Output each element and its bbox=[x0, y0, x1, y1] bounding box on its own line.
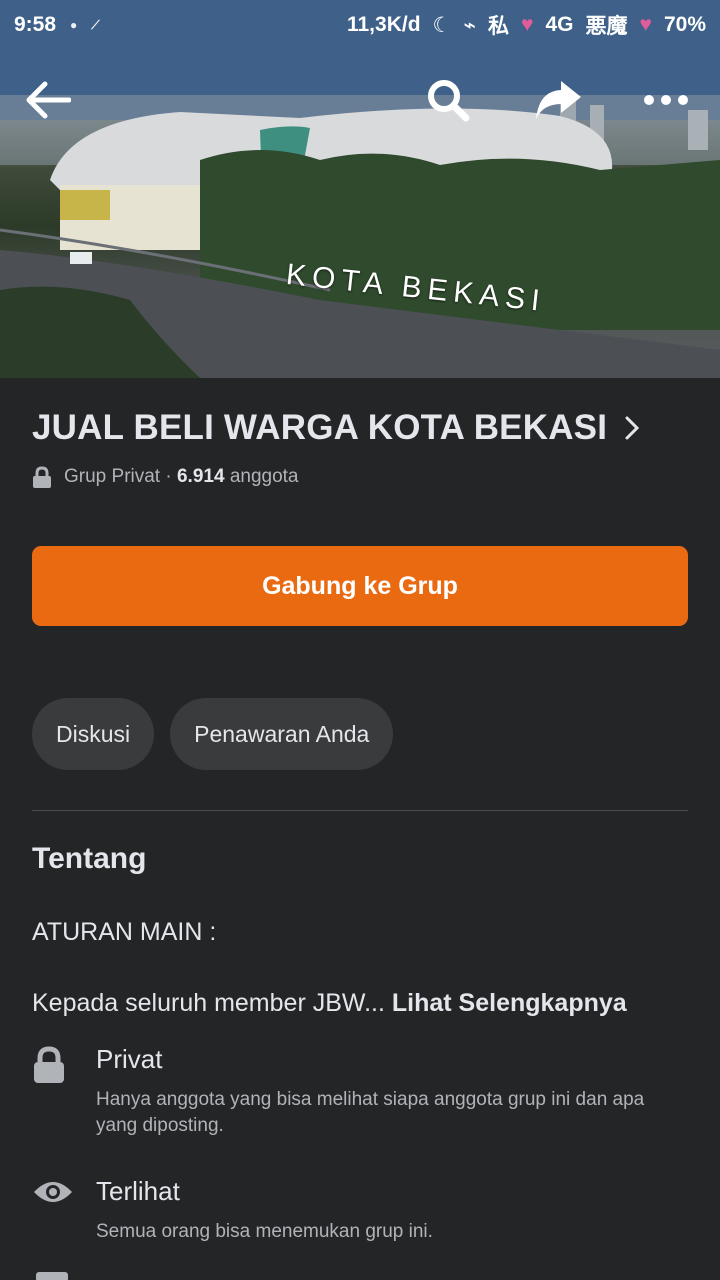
member-label: anggota bbox=[229, 466, 299, 487]
moon-icon: ☾ bbox=[432, 13, 452, 37]
lock-icon bbox=[33, 466, 51, 488]
privacy-info-row: Privat Hanya anggota yang bisa melihat s… bbox=[32, 1044, 688, 1139]
notification-dot-icon: ● bbox=[70, 18, 78, 32]
carrier-right-label: 悪魔 bbox=[585, 15, 628, 38]
more-options-button[interactable] bbox=[636, 70, 696, 130]
visibility-info-row: Terlihat Semua orang bisa menemukan grup… bbox=[32, 1176, 688, 1245]
search-icon bbox=[428, 80, 470, 122]
privacy-label: Grup Privat · bbox=[64, 466, 172, 487]
description-preview: Kepada seluruh member JBW... bbox=[32, 989, 392, 1017]
visibility-title: Terlihat bbox=[96, 1176, 180, 1206]
group-title: JUAL BELI WARGA KOTA BEKASI bbox=[32, 408, 608, 447]
top-navigation bbox=[0, 70, 720, 130]
group-title-link[interactable]: JUAL BELI WARGA KOTA BEKASI bbox=[32, 408, 688, 448]
signal-icon: ⌁ bbox=[463, 13, 477, 37]
group-tabs: Diskusi Penawaran Anda bbox=[32, 698, 394, 770]
heart-icon: ♥ bbox=[521, 13, 534, 36]
search-button[interactable] bbox=[418, 70, 478, 130]
partial-next-icon bbox=[36, 1272, 68, 1280]
join-group-button[interactable]: Gabung ke Grup bbox=[32, 546, 688, 626]
back-arrow-icon bbox=[26, 81, 71, 119]
see-more-link[interactable]: Lihat Selengkapnya bbox=[392, 989, 627, 1017]
status-bar: 9:58 ● ⟋ 11,3K/d ☾ ⌁ 私 ♥ 4G 悪魔 ♥ 70% bbox=[0, 0, 720, 50]
network-speed: 11,3K/d bbox=[346, 13, 421, 36]
back-button[interactable] bbox=[18, 70, 78, 130]
stadium-image bbox=[0, 0, 720, 378]
section-divider bbox=[32, 810, 688, 811]
share-button[interactable] bbox=[528, 70, 588, 130]
battery-level: 70% bbox=[663, 13, 706, 36]
status-time: 9:58 bbox=[14, 13, 57, 36]
eye-icon bbox=[34, 1182, 72, 1202]
privacy-title: Privat bbox=[96, 1044, 163, 1074]
about-section: Tentang ATURAN MAIN : Kepada seluruh mem… bbox=[32, 842, 688, 1018]
network-type: 4G bbox=[545, 13, 574, 36]
share-icon bbox=[536, 81, 581, 119]
tab-penawaran-anda[interactable]: Penawaran Anda bbox=[170, 698, 394, 770]
group-meta: Grup Privat · 6.914 anggota bbox=[32, 466, 688, 488]
member-count: 6.914 bbox=[176, 466, 225, 487]
group-header: JUAL BELI WARGA KOTA BEKASI Grup Privat … bbox=[32, 408, 688, 488]
heart-icon-2: ♥ bbox=[639, 13, 652, 36]
cover-photo: KOTA BEKASI bbox=[0, 0, 720, 378]
chevron-right-icon bbox=[625, 416, 640, 440]
visibility-description: Semua orang bisa menemukan grup ini. bbox=[96, 1221, 433, 1242]
rules-heading: ATURAN MAIN : bbox=[32, 918, 217, 946]
privacy-description: Hanya anggota yang bisa melihat siapa an… bbox=[96, 1089, 645, 1136]
about-title: Tentang bbox=[32, 842, 147, 875]
about-description: Kepada seluruh member JBW... Lihat Selen… bbox=[32, 989, 688, 1018]
more-icon bbox=[644, 95, 688, 105]
tab-diskusi[interactable]: Diskusi bbox=[32, 698, 155, 770]
carrier-left-label: 私 bbox=[488, 15, 510, 38]
notification-slash-icon: ⟋ bbox=[91, 17, 100, 32]
lock-icon bbox=[34, 1046, 64, 1083]
